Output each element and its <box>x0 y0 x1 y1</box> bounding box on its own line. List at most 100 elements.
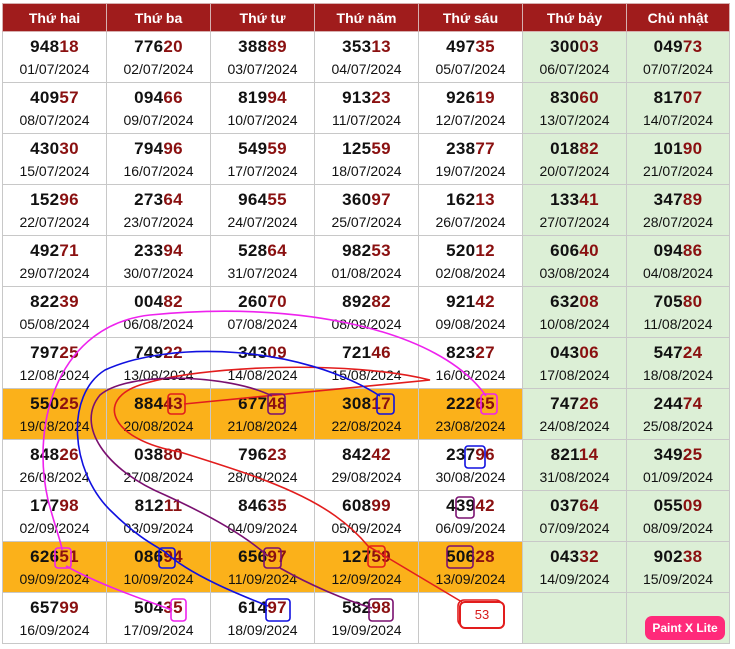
result-number: 54959 <box>211 139 314 159</box>
result-cell: 12559 18/07/2024 <box>314 133 419 185</box>
result-cell: 05509 08/09/2024 <box>626 490 730 542</box>
result-number: 34789 <box>627 190 729 210</box>
result-number: 67748 <box>211 394 314 414</box>
result-number: 16213 <box>419 190 522 210</box>
result-number-tail: 99 <box>371 495 391 515</box>
result-cell: 04332 14/09/2024 <box>522 541 627 593</box>
result-date: 08/07/2024 <box>19 111 90 128</box>
result-calendar-table: Thứ hai Thứ ba Thứ tư Thứ năm Thứ sáu Thứ bảy… <box>2 3 730 644</box>
result-number: 84242 <box>315 445 418 465</box>
paint-x-lite-badge[interactable]: Paint X Lite <box>645 616 725 640</box>
result-date: 17/08/2024 <box>539 366 610 383</box>
result-date: 05/09/2024 <box>331 519 402 536</box>
calendar-row: 40957 08/07/2024 09466 09/07/2024 81994 10/07… <box>2 82 730 134</box>
result-number-tail: 64 <box>267 240 287 260</box>
result-cell: 79496 16/07/2024 <box>106 133 211 185</box>
result-number-tail: 64 <box>163 189 183 209</box>
result-number-tail: 41 <box>579 189 599 209</box>
result-date: 20/07/2024 <box>539 162 610 179</box>
result-date: 24/08/2024 <box>539 417 610 434</box>
result-number-tail: 26 <box>59 444 79 464</box>
result-date: 09/08/2024 <box>435 315 506 332</box>
result-number-tail: 60 <box>579 87 599 107</box>
calendar-row: 84826 26/08/2024 03880 27/08/2024 79623 28/08… <box>2 439 730 491</box>
result-cell: 30003 06/07/2024 <box>522 31 627 83</box>
result-number: 27364 <box>107 190 210 210</box>
result-number-head: 848 <box>30 444 60 464</box>
result-cell: 61497 18/09/2024 <box>210 592 315 644</box>
result-number-tail: 82 <box>371 291 391 311</box>
result-cell: 03764 07/09/2024 <box>522 490 627 542</box>
result-number: 91323 <box>315 88 418 108</box>
result-cell: 09486 04/08/2024 <box>626 235 730 287</box>
screenshot-canvas: Thứ hai Thứ ba Thứ tư Thứ năm Thứ sáu Thứ bảy… <box>0 0 735 649</box>
result-number: 83060 <box>523 88 626 108</box>
result-number-tail: 70 <box>267 291 287 311</box>
result-number: 17798 <box>3 496 106 516</box>
result-number: 65697 <box>211 547 314 567</box>
result-date: 04/07/2024 <box>331 60 402 77</box>
result-date: 11/07/2024 <box>331 111 402 128</box>
result-number-head: 506 <box>446 546 476 566</box>
result-cell: 16213 26/07/2024 <box>418 184 523 236</box>
result-number-tail: 24 <box>682 342 703 362</box>
result-date: 21/07/2024 <box>642 162 714 179</box>
result-number: 26070 <box>211 292 314 312</box>
result-number-tail: 25 <box>59 393 79 413</box>
result-cell: 72146 15/08/2024 <box>314 337 419 389</box>
calendar-row: 94818 01/07/2024 77620 02/07/2024 38889 03/07… <box>2 31 730 83</box>
result-number-head: 308 <box>342 393 372 413</box>
result-cell: 82239 05/08/2024 <box>2 286 107 338</box>
result-cell: 23877 19/07/2024 <box>418 133 523 185</box>
result-number: 50435 <box>107 598 210 618</box>
result-number: 60640 <box>523 241 626 261</box>
result-date: 15/09/2024 <box>642 570 714 587</box>
result-number: 52012 <box>419 241 522 261</box>
result-number-tail: 06 <box>579 342 599 362</box>
result-number-head: 037 <box>550 495 580 515</box>
result-cell: 67748 21/08/2024 <box>210 388 315 440</box>
result-number-tail: 42 <box>475 291 495 311</box>
result-number: 74922 <box>107 343 210 363</box>
result-number-head: 038 <box>134 444 164 464</box>
result-number: 38889 <box>211 37 314 57</box>
result-number-tail: 18 <box>59 36 79 56</box>
result-number: 43942 <box>419 496 522 516</box>
result-number-head: 822 <box>30 291 60 311</box>
result-date: 23/08/2024 <box>435 417 506 434</box>
result-number-head: 273 <box>134 189 164 209</box>
result-date: 08/09/2024 <box>642 519 714 536</box>
result-date: 25/07/2024 <box>331 213 402 230</box>
result-number-head: 520 <box>446 240 476 260</box>
result-cell: 65799 16/09/2024 <box>2 592 107 644</box>
result-date: 02/07/2024 <box>123 60 194 77</box>
result-date: 03/09/2024 <box>123 519 194 536</box>
result-number: 09486 <box>627 241 729 261</box>
result-cell: 98253 01/08/2024 <box>314 235 419 287</box>
result-cell: 94818 01/07/2024 <box>2 31 107 83</box>
weekday-header: Thứ tư <box>210 3 315 32</box>
result-date: 18/07/2024 <box>331 162 402 179</box>
result-number-tail: 59 <box>371 546 391 566</box>
result-number-head: 982 <box>342 240 372 260</box>
result-number-head: 244 <box>653 393 683 413</box>
result-number-tail: 66 <box>163 87 183 107</box>
result-number-head: 721 <box>342 342 372 362</box>
result-date: 30/07/2024 <box>123 264 194 281</box>
result-date: 12/07/2024 <box>435 111 506 128</box>
result-number: 08694 <box>107 547 210 567</box>
result-number-tail: 89 <box>267 36 287 56</box>
result-date: 08/08/2024 <box>331 315 402 332</box>
result-date: 07/09/2024 <box>539 519 610 536</box>
result-number: 34925 <box>627 445 729 465</box>
result-number-head: 796 <box>238 444 268 464</box>
result-number-head: 608 <box>342 495 372 515</box>
result-cell: 09466 09/07/2024 <box>106 82 211 134</box>
result-number-tail: 03 <box>579 36 599 56</box>
result-number-tail: 42 <box>475 495 495 515</box>
result-date: 25/08/2024 <box>642 417 714 434</box>
result-date: 23/07/2024 <box>123 213 194 230</box>
result-number: 12559 <box>315 139 418 159</box>
result-number-tail: 90 <box>682 138 703 158</box>
result-number-head: 238 <box>446 138 476 158</box>
